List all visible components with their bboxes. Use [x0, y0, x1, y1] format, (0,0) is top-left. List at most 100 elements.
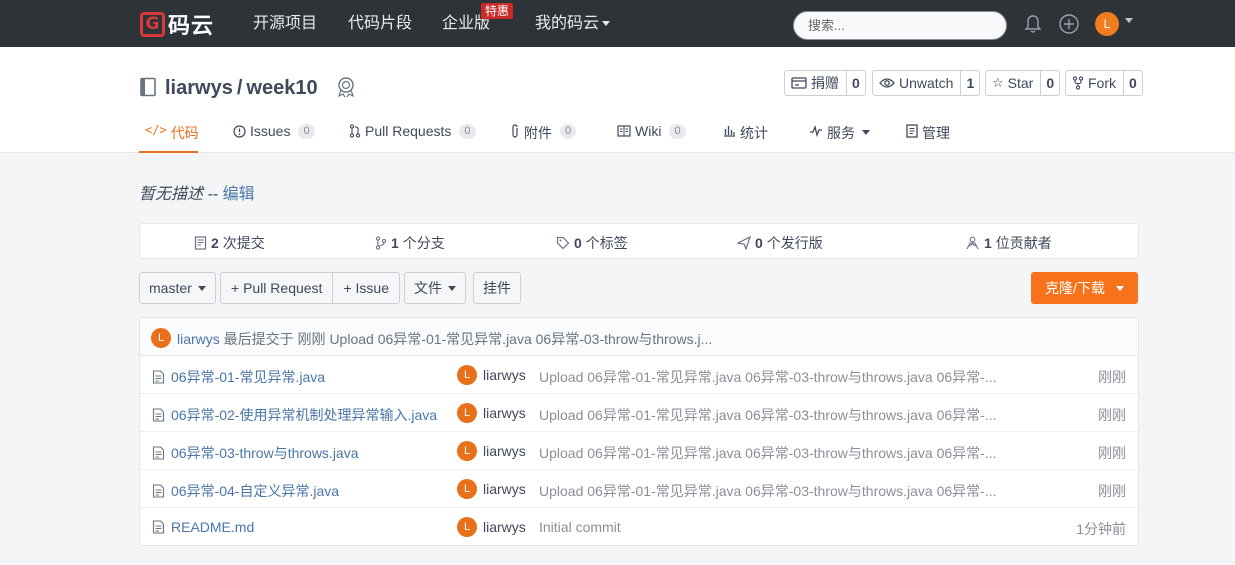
logo-mark: G	[140, 11, 165, 37]
tab-wiki[interactable]: Wiki 0	[617, 112, 686, 153]
file-link[interactable]: 06异常-02-使用异常机制处理异常输入.java	[152, 405, 437, 425]
table-row: 06异常-03-throw与throws.java L liarwys Uplo…	[140, 432, 1138, 470]
branch-icon	[375, 236, 387, 250]
fork-button[interactable]: Fork 0	[1065, 70, 1143, 96]
tab-manage-label: 管理	[922, 125, 950, 141]
description-text: 暂无描述 --	[139, 186, 219, 203]
recommend-badge-icon[interactable]	[336, 76, 356, 98]
nav-my-gitee-label: 我的码云	[535, 15, 600, 32]
stat-commits[interactable]: 2 次提交	[194, 233, 265, 253]
nav-open-source[interactable]: 开源项目	[253, 14, 317, 34]
clone-download-button[interactable]: 克隆/下载	[1031, 272, 1138, 304]
commit-count: 2	[211, 235, 219, 251]
commit-author[interactable]: liarwys	[483, 405, 526, 421]
files-dropdown[interactable]: 文件	[404, 272, 466, 304]
top-navbar: G 码云 开源项目 代码片段 企业版 特惠 我的码云 L	[0, 0, 1235, 47]
stat-contributors[interactable]: 1 位贡献者	[965, 233, 1052, 253]
file-name: 06异常-01-常见异常.java	[171, 369, 326, 385]
file-link[interactable]: 06异常-04-自定义异常.java	[152, 481, 339, 501]
file-name: README.md	[171, 519, 255, 535]
file-link[interactable]: README.md	[152, 519, 254, 535]
stat-tags[interactable]: 0 个标签	[556, 233, 628, 253]
commit-message[interactable]: Initial commit	[539, 519, 1004, 535]
commit-author[interactable]: liarwys	[483, 367, 526, 383]
tab-manage[interactable]: 管理	[906, 112, 950, 153]
watch-count[interactable]: 1	[960, 71, 979, 95]
avatar[interactable]: L	[457, 517, 477, 537]
repo-name-link[interactable]: week10	[246, 77, 317, 99]
avatar[interactable]: L	[151, 328, 171, 348]
wiki-icon	[617, 125, 631, 137]
branch-count: 1	[391, 235, 399, 251]
donate-count[interactable]: 0	[846, 71, 865, 95]
chevron-down-icon	[448, 285, 456, 291]
stat-releases[interactable]: 0 个发行版	[737, 233, 823, 253]
star-count[interactable]: 0	[1040, 71, 1059, 95]
edit-description-link[interactable]: 编辑	[223, 186, 255, 203]
commit-time: 刚刚	[1098, 369, 1126, 385]
repo-owner-link[interactable]: liarwys	[165, 77, 233, 99]
donate-button[interactable]: 捐赠 0	[784, 70, 866, 96]
contributor-count: 1	[984, 235, 992, 251]
avatar[interactable]: L	[457, 403, 477, 423]
chevron-down-icon[interactable]	[1125, 18, 1133, 23]
commit-author[interactable]: liarwys	[483, 481, 526, 497]
branch-select-label: master	[149, 280, 192, 296]
nav-my-gitee[interactable]: 我的码云	[535, 14, 611, 34]
star-button[interactable]: ☆ Star 0	[985, 70, 1061, 96]
donate-icon	[791, 77, 807, 89]
chevron-down-icon	[197, 285, 206, 291]
commit-time: 1分钟前	[1076, 521, 1126, 537]
commit-message[interactable]: Upload 06异常-01-常见异常.java 06异常-03-throw与t…	[539, 481, 1004, 501]
tab-statistics[interactable]: 统计	[723, 112, 768, 153]
logo[interactable]: G 码云	[140, 10, 214, 38]
tab-code[interactable]: </> 代码	[139, 112, 199, 153]
commit-author[interactable]: liarwys	[483, 443, 526, 459]
new-issue-button[interactable]: + Issue	[332, 273, 399, 303]
fork-count[interactable]: 0	[1123, 71, 1142, 95]
file-icon	[152, 408, 165, 422]
chevron-down-icon	[602, 21, 611, 27]
release-count: 0	[755, 235, 763, 251]
logo-text: 码云	[168, 13, 215, 38]
contributors-icon	[966, 236, 979, 250]
file-link[interactable]: 06异常-03-throw与throws.java	[152, 443, 359, 463]
issue-icon	[233, 125, 246, 138]
user-avatar[interactable]: L	[1095, 12, 1119, 36]
table-row: 06异常-01-常见异常.java L liarwys Upload 06异常-…	[140, 356, 1138, 394]
donate-label: 捐赠	[811, 75, 839, 91]
avatar[interactable]: L	[457, 365, 477, 385]
tab-services[interactable]: 服务	[809, 112, 870, 153]
tab-attachments-count: 0	[560, 124, 577, 139]
search-input[interactable]	[793, 11, 1007, 40]
branch-select[interactable]: master	[139, 272, 216, 304]
commit-message[interactable]: Upload 06异常-01-常见异常.java 06异常-03-throw与t…	[539, 443, 1004, 463]
last-commit-message[interactable]: 最后提交于 刚刚 Upload 06异常-01-常见异常.java 06异常-0…	[224, 331, 713, 347]
stat-branches[interactable]: 1 个分支	[375, 233, 445, 253]
file-icon	[152, 370, 165, 384]
nav-code-snippets[interactable]: 代码片段	[348, 14, 412, 34]
table-row: 06异常-02-使用异常机制处理异常输入.java L liarwys Uplo…	[140, 394, 1138, 432]
widget-button[interactable]: 挂件	[473, 272, 521, 304]
tag-count: 0	[574, 235, 582, 251]
new-pull-request-button[interactable]: + Pull Request	[221, 273, 332, 303]
plus-circle-icon[interactable]	[1058, 13, 1080, 35]
bell-icon[interactable]	[1022, 13, 1044, 35]
last-commit-user-link[interactable]: liarwys	[177, 331, 220, 347]
commit-time: 刚刚	[1098, 483, 1126, 499]
avatar[interactable]: L	[457, 441, 477, 461]
tab-code-label: 代码	[170, 125, 199, 141]
unwatch-button[interactable]: Unwatch 1	[872, 70, 981, 96]
tab-issues[interactable]: Issues 0	[233, 112, 315, 153]
file-link[interactable]: 06异常-01-常见异常.java	[152, 367, 325, 387]
tab-pull-requests-count: 0	[459, 124, 476, 139]
tab-pull-requests[interactable]: Pull Requests 0	[349, 112, 476, 153]
file-icon	[152, 520, 165, 534]
avatar[interactable]: L	[457, 479, 477, 499]
commit-label: 次提交	[222, 235, 265, 251]
commit-message[interactable]: Upload 06异常-01-常见异常.java 06异常-03-throw与t…	[539, 367, 1004, 387]
tab-attachments[interactable]: 附件 0	[510, 112, 577, 153]
repo-separator: /	[236, 77, 243, 99]
commit-author[interactable]: liarwys	[483, 519, 526, 535]
commit-message[interactable]: Upload 06异常-01-常见异常.java 06异常-03-throw与t…	[539, 405, 1004, 425]
